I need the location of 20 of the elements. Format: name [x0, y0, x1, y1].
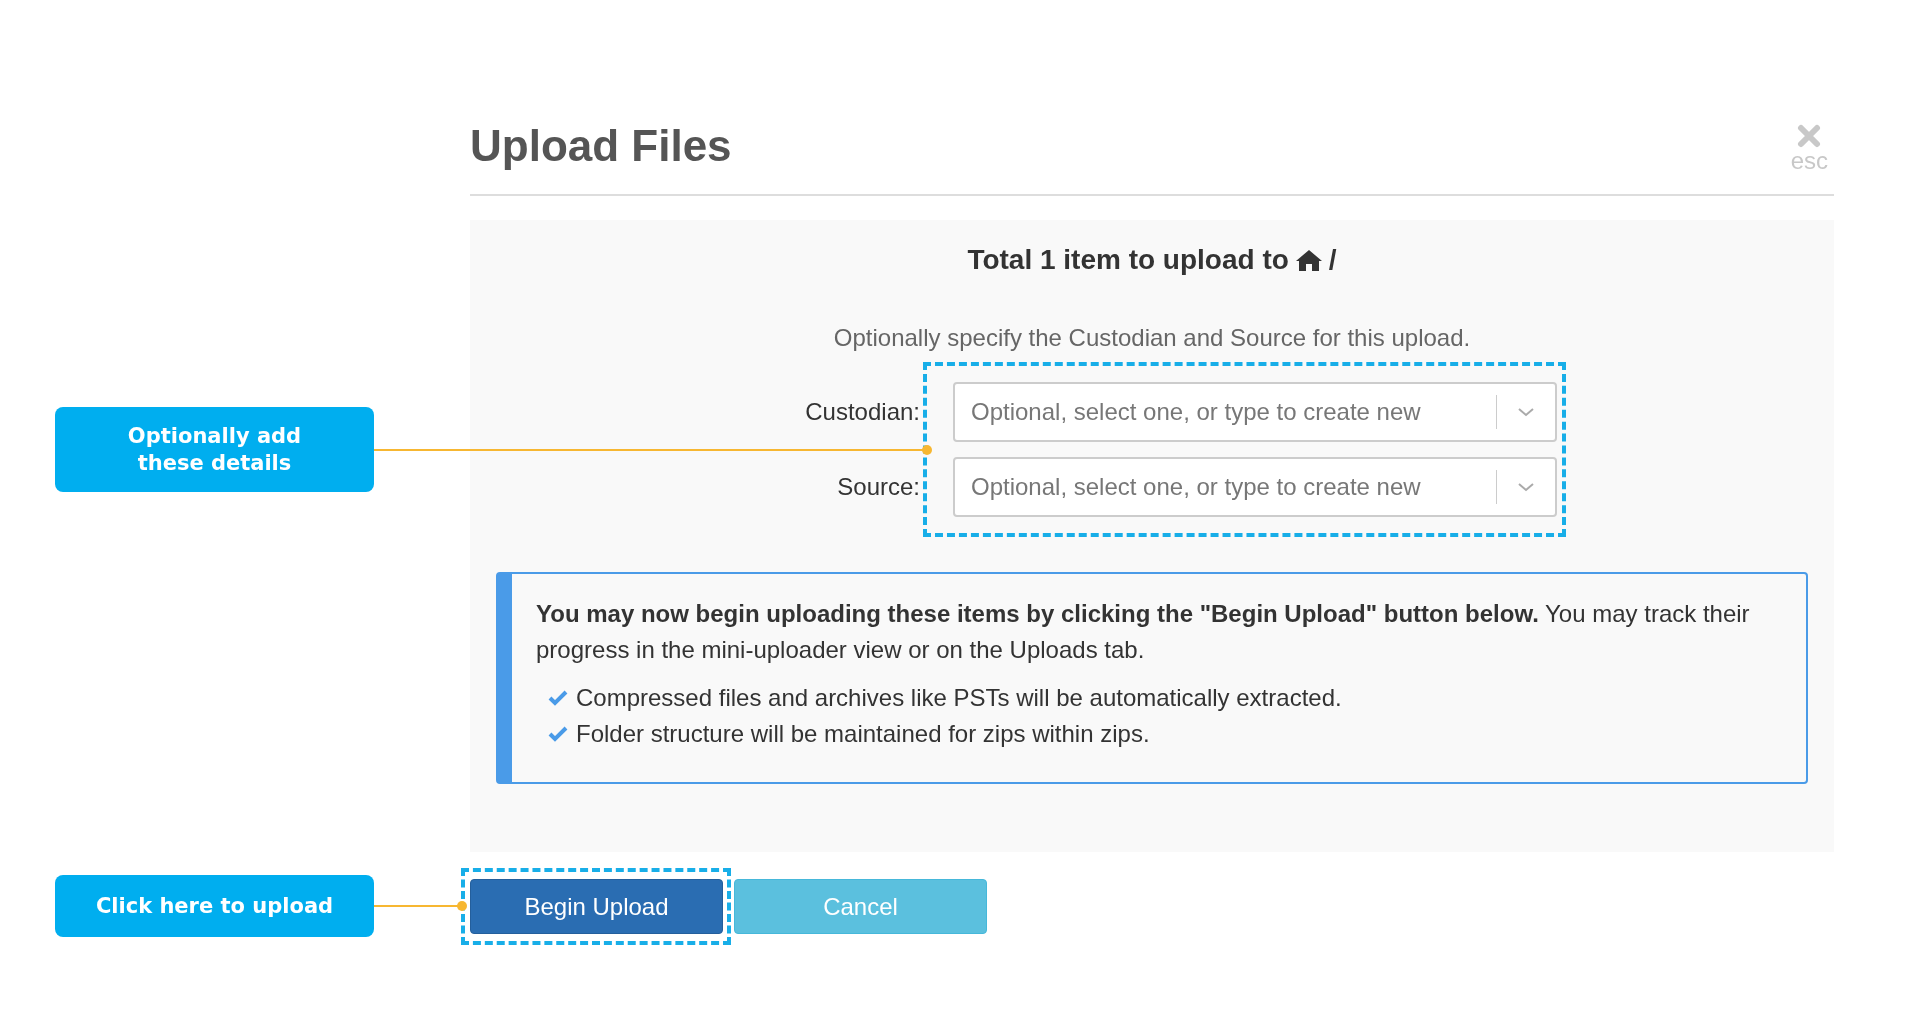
notice-text: You may now begin uploading these items by clicking the "Begin Upload" button below. You may track their progress in the mini-uploader view or on the Uploads tab.	[536, 599, 1751, 665]
field-label: Custodian:	[804, 398, 921, 426]
close-icon[interactable]	[1797, 124, 1822, 148]
field-label: Source:	[836, 473, 921, 501]
select-field[interactable]: Optional, select one, or type to create new	[953, 382, 1557, 442]
callout-label: Click here to upload	[55, 875, 374, 937]
bullet-text: Compressed files and archives like PSTs will be automatically extracted.	[576, 683, 1342, 713]
path-text: /	[1328, 244, 1337, 276]
home-icon	[1294, 248, 1323, 272]
chevron-icon	[1517, 482, 1535, 492]
check-icon	[548, 726, 568, 742]
bullet-text: Folder structure will be maintained for zips within zips.	[576, 719, 1150, 749]
begin-upload-button[interactable]: Begin Upload	[470, 879, 723, 934]
instructions-text: Optionally specify the Custodian and Source for this upload.	[832, 324, 1472, 352]
check-icon	[548, 690, 568, 706]
summary-text: Total 1 item to upload to	[967, 244, 1289, 276]
select-field[interactable]: Optional, select one, or type to create new	[953, 457, 1557, 517]
dialog-title: Upload Files	[470, 120, 732, 172]
callout-label: Optionally add these details	[55, 407, 374, 492]
chevron-icon	[1517, 407, 1535, 417]
